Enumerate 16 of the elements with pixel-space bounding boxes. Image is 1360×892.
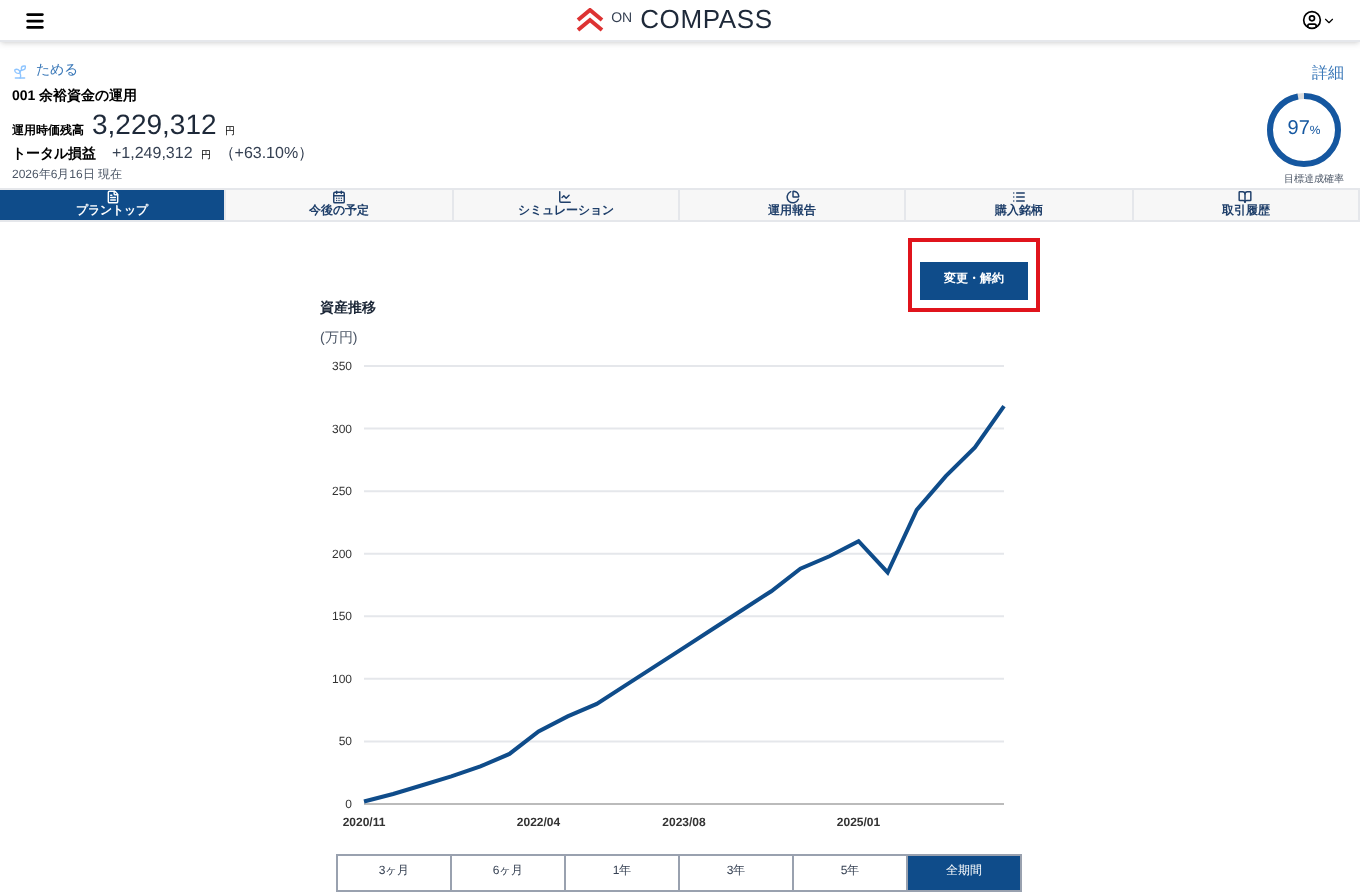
detail-link[interactable]: 詳細 (1312, 62, 1344, 86)
sprout-icon (12, 64, 28, 81)
book-icon (1238, 190, 1253, 204)
caret-icon (1321, 13, 1336, 27)
logo-text: COMPASS (640, 2, 773, 39)
logo-icon (575, 8, 604, 32)
chart-icon (558, 190, 573, 204)
menu-icon[interactable] (24, 9, 46, 31)
list-icon (1011, 190, 1026, 204)
profit: +1,249,312 (112, 142, 193, 166)
user-icon (1301, 10, 1322, 30)
profit-rate: （+63.10%） (218, 142, 315, 166)
value: 3,229,312 (92, 108, 217, 140)
account-button[interactable] (1301, 10, 1336, 30)
pie-icon (785, 190, 800, 204)
calendar-icon (331, 190, 346, 204)
